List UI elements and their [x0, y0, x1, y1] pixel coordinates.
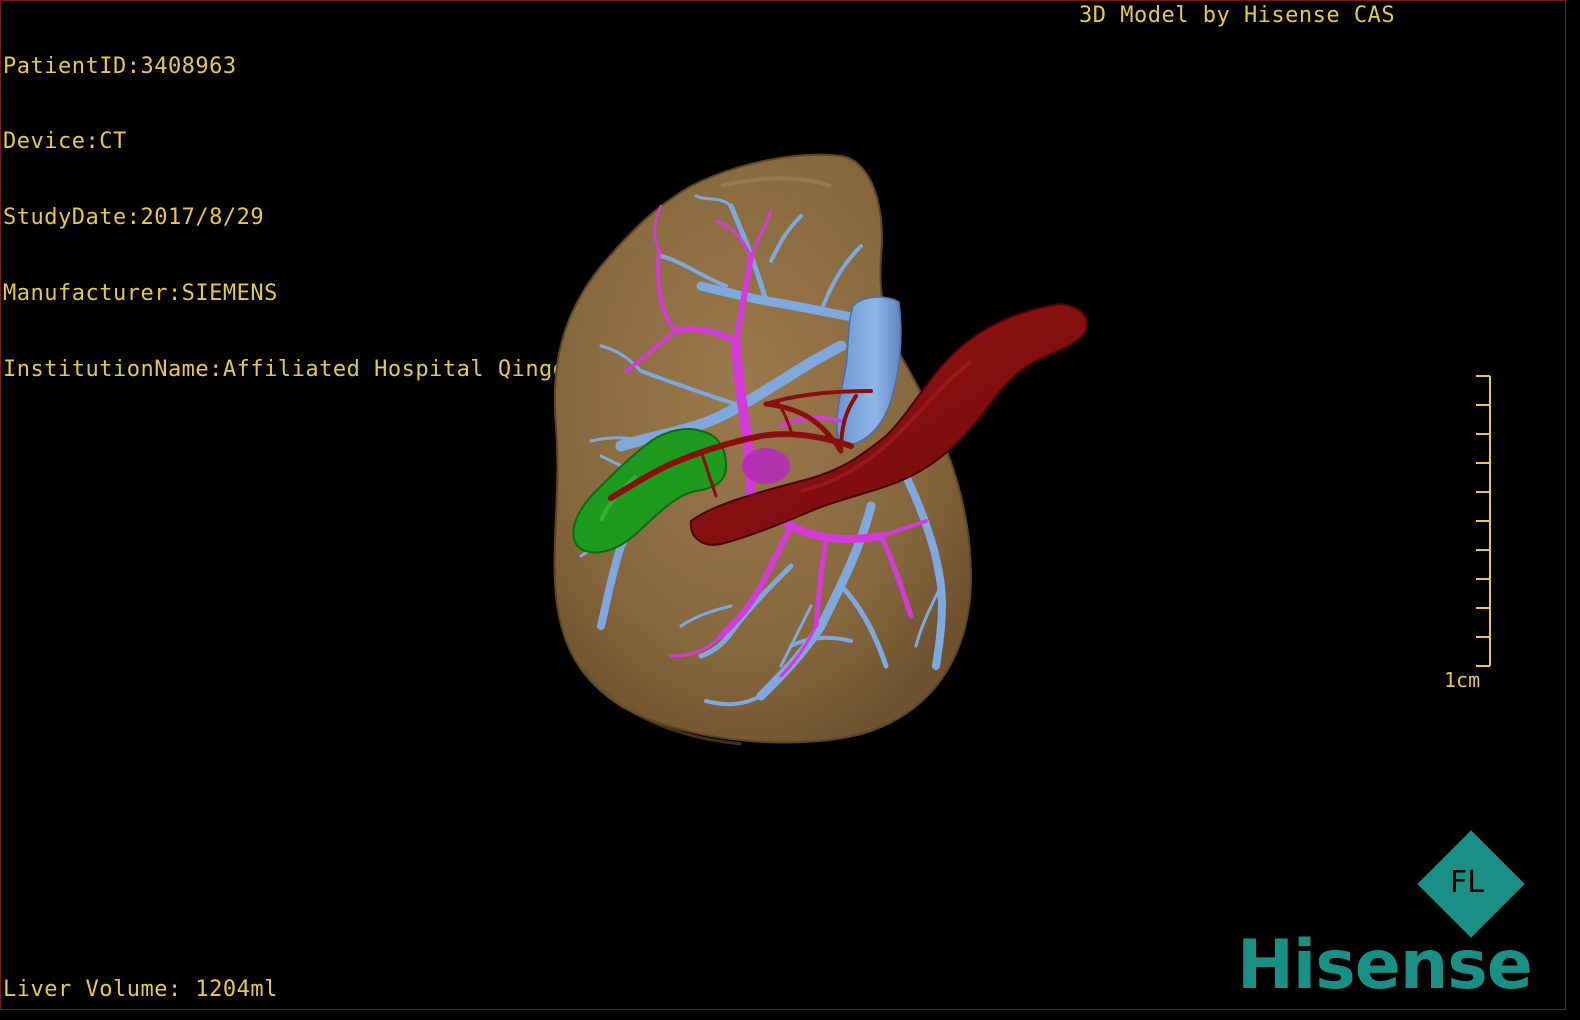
hisense-wordmark: Hisense	[1237, 926, 1533, 1005]
scale-bar	[1476, 375, 1491, 667]
scale-bar-label: 1cm	[1444, 668, 1481, 692]
patient-id-text: PatientID:3408963	[3, 53, 237, 79]
3d-viewport[interactable]: PatientID:3408963 Device:CT StudyDate:20…	[0, 0, 1566, 1010]
model-credit-label: 3D Model by Hisense CAS	[1079, 3, 1396, 28]
liver-3d-model[interactable]	[541, 146, 1101, 756]
liver-volume-text: Liver Volume: 1204ml	[3, 977, 278, 1002]
logo-badge-letters: FL	[1450, 865, 1484, 900]
